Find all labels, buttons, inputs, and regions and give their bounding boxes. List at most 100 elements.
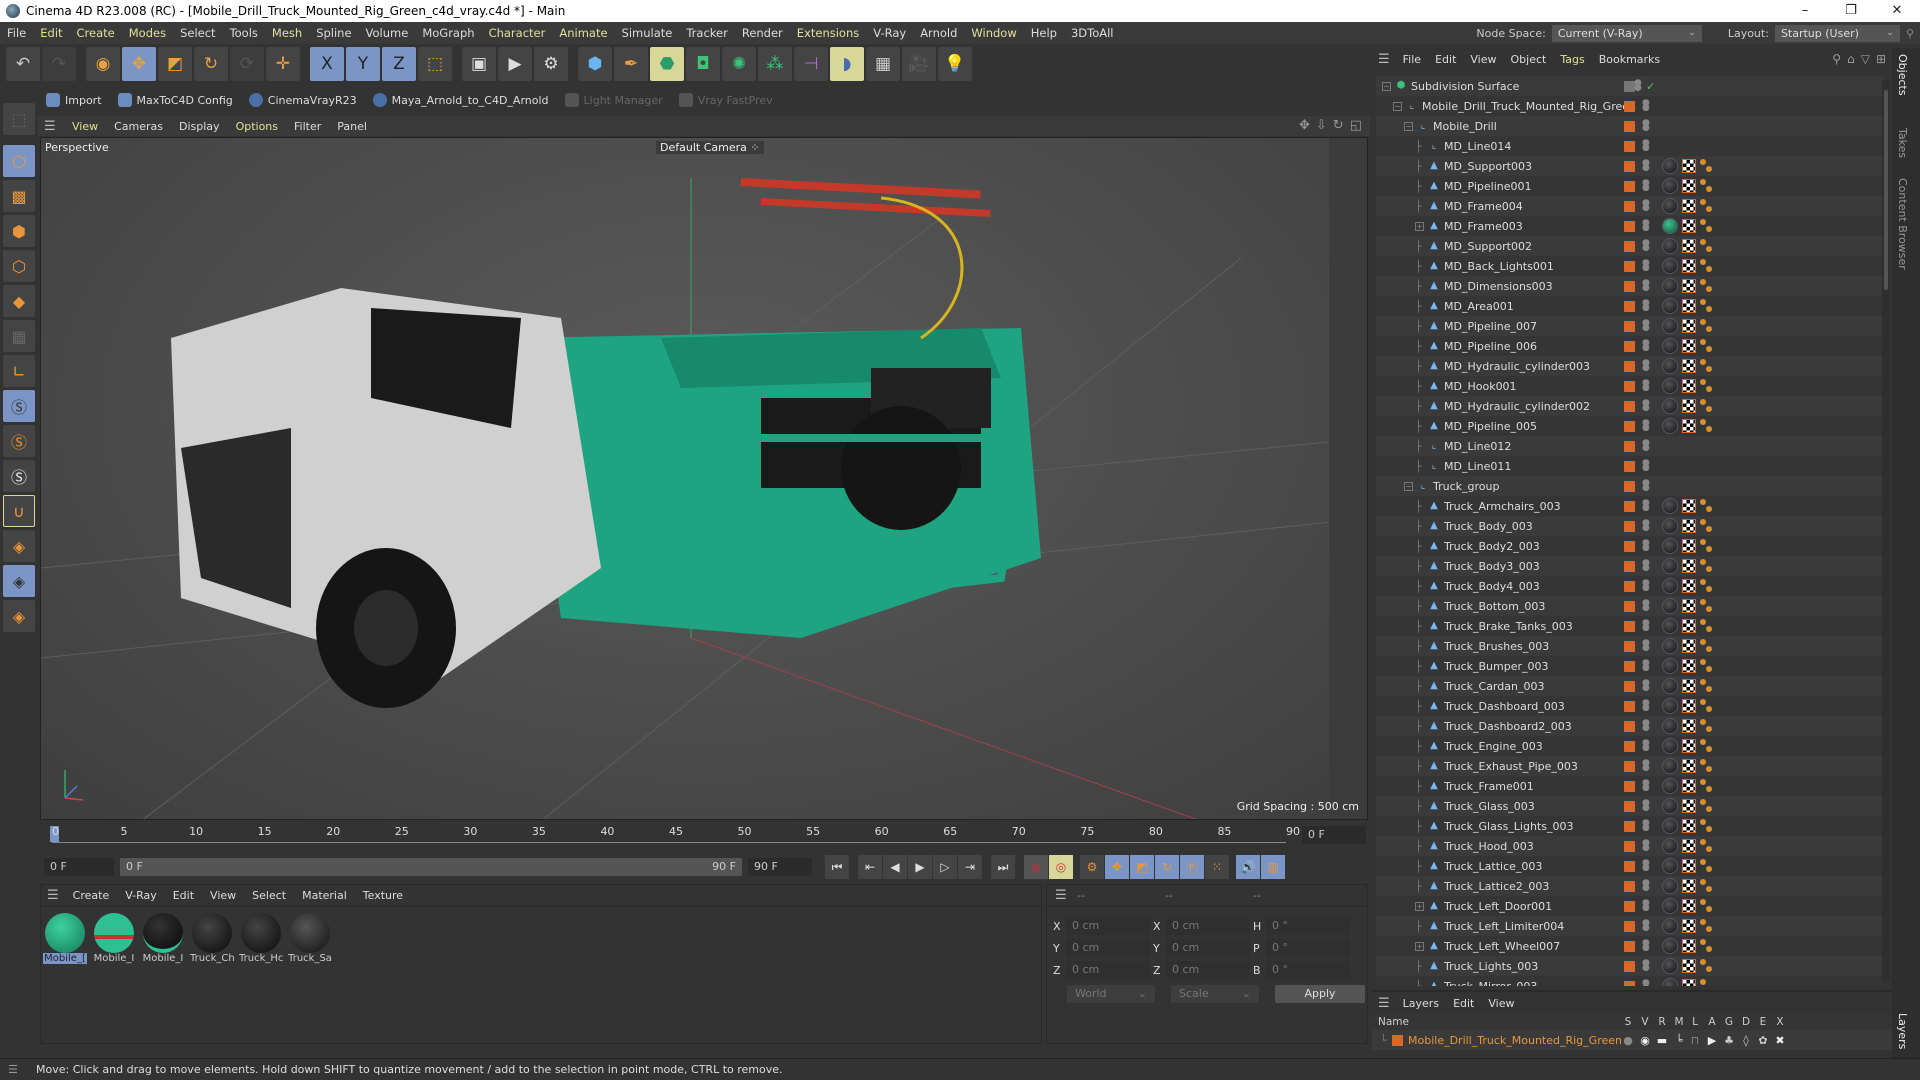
layer-color-tag[interactable] xyxy=(1624,580,1635,592)
layer-color-tag[interactable] xyxy=(1624,100,1635,112)
frame-range-slider[interactable]: 0 F 90 F xyxy=(120,858,742,876)
material-tag-icon[interactable] xyxy=(1662,958,1678,974)
object-name[interactable]: MD_Frame004 xyxy=(1444,200,1523,213)
object-name[interactable]: Truck_Lattice_003 xyxy=(1444,860,1542,873)
search-icon[interactable]: ⚲ xyxy=(1832,52,1841,66)
object-name[interactable]: MD_Hook001 xyxy=(1444,380,1517,393)
visibility-dots[interactable]: ●● xyxy=(1642,659,1650,673)
object-row[interactable]: ├ ▲ Truck_Hood_003 ● ● xyxy=(1376,836,1884,856)
visibility-dots[interactable]: ●● xyxy=(1642,459,1650,473)
material-tag-icon[interactable] xyxy=(1662,278,1678,294)
layer-color-tag[interactable] xyxy=(1624,680,1635,692)
layer-color-tag[interactable] xyxy=(1624,380,1635,392)
object-row[interactable]: − ⌞ Mobile_Drill ● ● xyxy=(1376,116,1884,136)
visibility-dots[interactable]: ●● xyxy=(1642,399,1650,413)
phong-tag-icon[interactable] xyxy=(1700,799,1714,813)
dolly-icon[interactable]: ⇩ xyxy=(1316,118,1327,133)
layer-color-tag[interactable] xyxy=(1624,800,1635,812)
material-swatch[interactable]: Mobile_I xyxy=(141,911,185,971)
viewport-menu-view[interactable]: View xyxy=(64,120,106,133)
object-row[interactable]: − ⌞ Truck_group ● ● xyxy=(1376,476,1884,496)
object-row[interactable]: ├ ▲ Truck_Dashboard_003 ● ● xyxy=(1376,696,1884,716)
phong-tag-icon[interactable] xyxy=(1700,599,1714,613)
plugin-cinemavray[interactable]: CinemaVrayR23 xyxy=(243,89,363,111)
object-row[interactable]: ├ ▲ Truck_Glass_003 ● ● xyxy=(1376,796,1884,816)
phong-tag-icon[interactable] xyxy=(1700,499,1714,513)
object-row[interactable]: + ▲ MD_Frame003 ● ● xyxy=(1376,216,1884,236)
layer-color-tag[interactable] xyxy=(1624,760,1635,772)
coord-mode-dropdown[interactable]: World ⌄ xyxy=(1067,985,1155,1003)
uvw-tag-icon[interactable] xyxy=(1682,339,1696,353)
key-parameter-icon[interactable]: Ⓟ xyxy=(1180,855,1204,879)
material-tag-icon[interactable] xyxy=(1662,418,1678,434)
tab-takes[interactable]: Takes xyxy=(1896,128,1909,158)
collapse-icon[interactable]: − xyxy=(1404,481,1413,491)
deformer-icon[interactable]: ◊ xyxy=(1740,1034,1752,1047)
object-row[interactable]: ├ ▲ Truck_Body3_003 ● ● xyxy=(1376,556,1884,576)
object-name[interactable]: Truck_Left_Door001 xyxy=(1444,900,1552,913)
expand-icon[interactable]: + xyxy=(1415,901,1424,911)
uv-mode-icon[interactable]: ▦ xyxy=(3,320,35,352)
visibility-dots[interactable]: ●● xyxy=(1642,119,1650,133)
light-icon[interactable]: 💡 xyxy=(938,47,972,81)
pen-icon[interactable]: ✒ xyxy=(614,47,648,81)
material-tag-icon[interactable] xyxy=(1662,678,1678,694)
object-name[interactable]: MD_Pipeline_006 xyxy=(1444,340,1537,353)
object-row[interactable]: ├ ▲ MD_Dimensions003 ● ● xyxy=(1376,276,1884,296)
undo-icon[interactable]: ↶ xyxy=(6,47,40,81)
layer-color-tag[interactable] xyxy=(1624,500,1635,512)
layer-name[interactable]: Mobile_Drill_Truck_Mounted_Rig_Green xyxy=(1408,1034,1622,1047)
phong-tag-icon[interactable] xyxy=(1700,659,1714,673)
menu-mograph[interactable]: MoGraph xyxy=(415,26,481,40)
plugin-maya-arnold[interactable]: Maya_Arnold_to_C4D_Arnold xyxy=(367,89,555,111)
plugin-import[interactable]: Import xyxy=(40,89,108,111)
obj-menu-bookmarks[interactable]: Bookmarks xyxy=(1592,53,1667,66)
mat-menu-select[interactable]: Select xyxy=(244,889,294,902)
object-name[interactable]: Mobile_Drill_Truck_Mounted_Rig_Green xyxy=(1422,100,1636,113)
menu-extensions[interactable]: Extensions xyxy=(790,26,866,40)
hamburger-icon[interactable]: ☰ xyxy=(8,1063,22,1076)
phong-tag-icon[interactable] xyxy=(1700,159,1714,173)
object-name[interactable]: Truck_Body4_003 xyxy=(1444,580,1540,593)
minimize-button[interactable]: – xyxy=(1782,0,1828,22)
visibility-dots[interactable]: ●● xyxy=(1642,199,1650,213)
material-tag-icon[interactable] xyxy=(1662,698,1678,714)
solo-hierarchy-icon[interactable]: Ⓢ xyxy=(3,460,35,492)
texture-mode-icon[interactable]: ▩ xyxy=(3,180,35,212)
apply-button[interactable]: Apply xyxy=(1275,985,1365,1003)
rotation-p-field[interactable]: 0 ° xyxy=(1266,939,1350,957)
object-name[interactable]: Truck_Glass_003 xyxy=(1444,800,1535,813)
psr-icon[interactable]: ⟳ xyxy=(230,47,264,81)
layer-color-tag[interactable] xyxy=(1624,740,1635,752)
object-name[interactable]: Truck_Body_003 xyxy=(1444,520,1533,533)
object-row[interactable]: ├ ▲ Truck_Lattice_003 ● ● xyxy=(1376,856,1884,876)
lock-icon[interactable]: ⊓ xyxy=(1689,1034,1701,1047)
viewport-menu-panel[interactable]: Panel xyxy=(329,120,375,133)
phong-tag-icon[interactable] xyxy=(1700,539,1714,553)
uvw-tag-icon[interactable] xyxy=(1682,739,1696,753)
material-tag-icon[interactable] xyxy=(1662,398,1678,414)
coord-scale-dropdown[interactable]: Scale ⌄ xyxy=(1171,985,1259,1003)
visibility-dots[interactable]: ●● xyxy=(1642,699,1650,713)
visibility-dots[interactable]: ●● xyxy=(1642,799,1650,813)
object-row[interactable]: − ⬢ Subdivision Surface ● ● ✓ xyxy=(1376,76,1884,96)
node-space-dropdown[interactable]: Current (V-Ray) ⌄ xyxy=(1551,24,1702,42)
uvw-tag-icon[interactable] xyxy=(1682,639,1696,653)
layer-color-tag[interactable] xyxy=(1624,860,1635,872)
mat-menu-create[interactable]: Create xyxy=(65,889,118,902)
object-name[interactable]: Truck_Lattice2_003 xyxy=(1444,880,1549,893)
obj-menu-edit[interactable]: Edit xyxy=(1428,53,1463,66)
obj-menu-tags[interactable]: Tags xyxy=(1553,53,1591,66)
material-tag-icon[interactable] xyxy=(1662,778,1678,794)
rotation-b-field[interactable]: 0 ° xyxy=(1266,961,1350,979)
layer-color-tag[interactable] xyxy=(1624,320,1635,332)
object-row[interactable]: + ▲ Truck_Left_Door001 ● ● xyxy=(1376,896,1884,916)
mat-menu-vray[interactable]: V-Ray xyxy=(117,889,165,902)
object-row[interactable]: ├ ⌞ MD_Line011 ● ● xyxy=(1376,456,1884,476)
material-swatch[interactable]: Mobile_I xyxy=(92,911,136,971)
uvw-tag-icon[interactable] xyxy=(1682,759,1696,773)
uvw-tag-icon[interactable] xyxy=(1682,799,1696,813)
layer-color-tag[interactable] xyxy=(1624,640,1635,652)
phong-tag-icon[interactable] xyxy=(1700,939,1714,953)
obj-menu-object[interactable]: Object xyxy=(1504,53,1554,66)
